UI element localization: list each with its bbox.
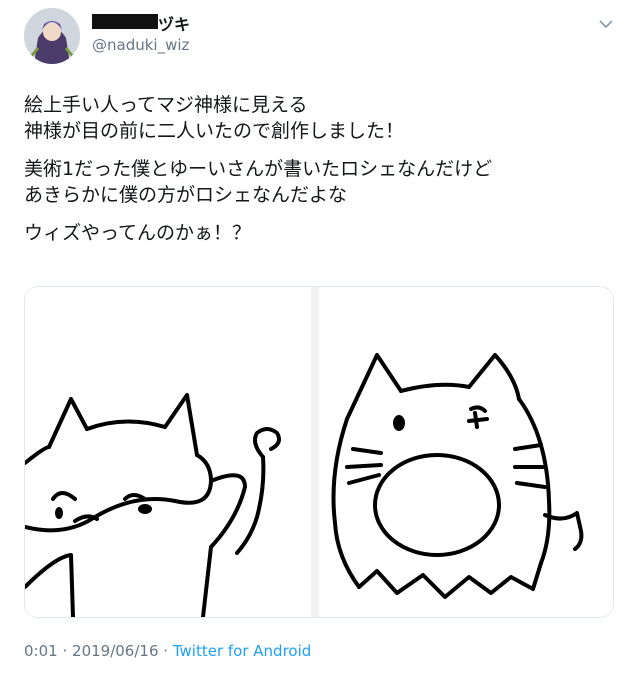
- redacted-name-bar: [92, 14, 158, 29]
- meta-separator-2: ·: [163, 642, 169, 660]
- cat-drawing-2: [331, 353, 584, 599]
- tweet-paragraph-1: 絵上手い人ってマジ神様に見える 神様が目の前に二人いたので創作しました！: [24, 94, 405, 142]
- author-handle[interactable]: @naduki_wiz: [92, 36, 189, 54]
- source-app-link[interactable]: Twitter for Android: [173, 642, 311, 660]
- tweet-paragraph-3: ウィズやってんのかぁ！？: [24, 222, 252, 244]
- meta-separator: ·: [62, 642, 68, 660]
- chevron-down-icon[interactable]: [598, 18, 614, 30]
- tweet-meta: 0:01 · 2019/06/16 · Twitter for Android: [24, 642, 311, 660]
- avatar[interactable]: [24, 8, 80, 64]
- media-grid: [24, 286, 614, 618]
- media-image-1[interactable]: [25, 287, 311, 617]
- cat-drawing-1: [25, 393, 281, 617]
- tweet-paragraph-2: 美術1だった僕とゆーいさんが書いたロシェなんだけど あきらかに僕の方がロシェなん…: [24, 158, 493, 206]
- author-name-suffix: ヅキ: [158, 15, 191, 34]
- tweet-date[interactable]: 2019/06/16: [72, 642, 158, 660]
- tweet-time[interactable]: 0:01: [24, 642, 58, 660]
- avatar-image: [24, 8, 80, 64]
- media-divider: [311, 287, 319, 617]
- tweet-text: 絵上手い人ってマジ神様に見える 神様が目の前に二人いたので創作しました！ 美術1…: [24, 92, 614, 258]
- media-image-2[interactable]: [319, 287, 613, 617]
